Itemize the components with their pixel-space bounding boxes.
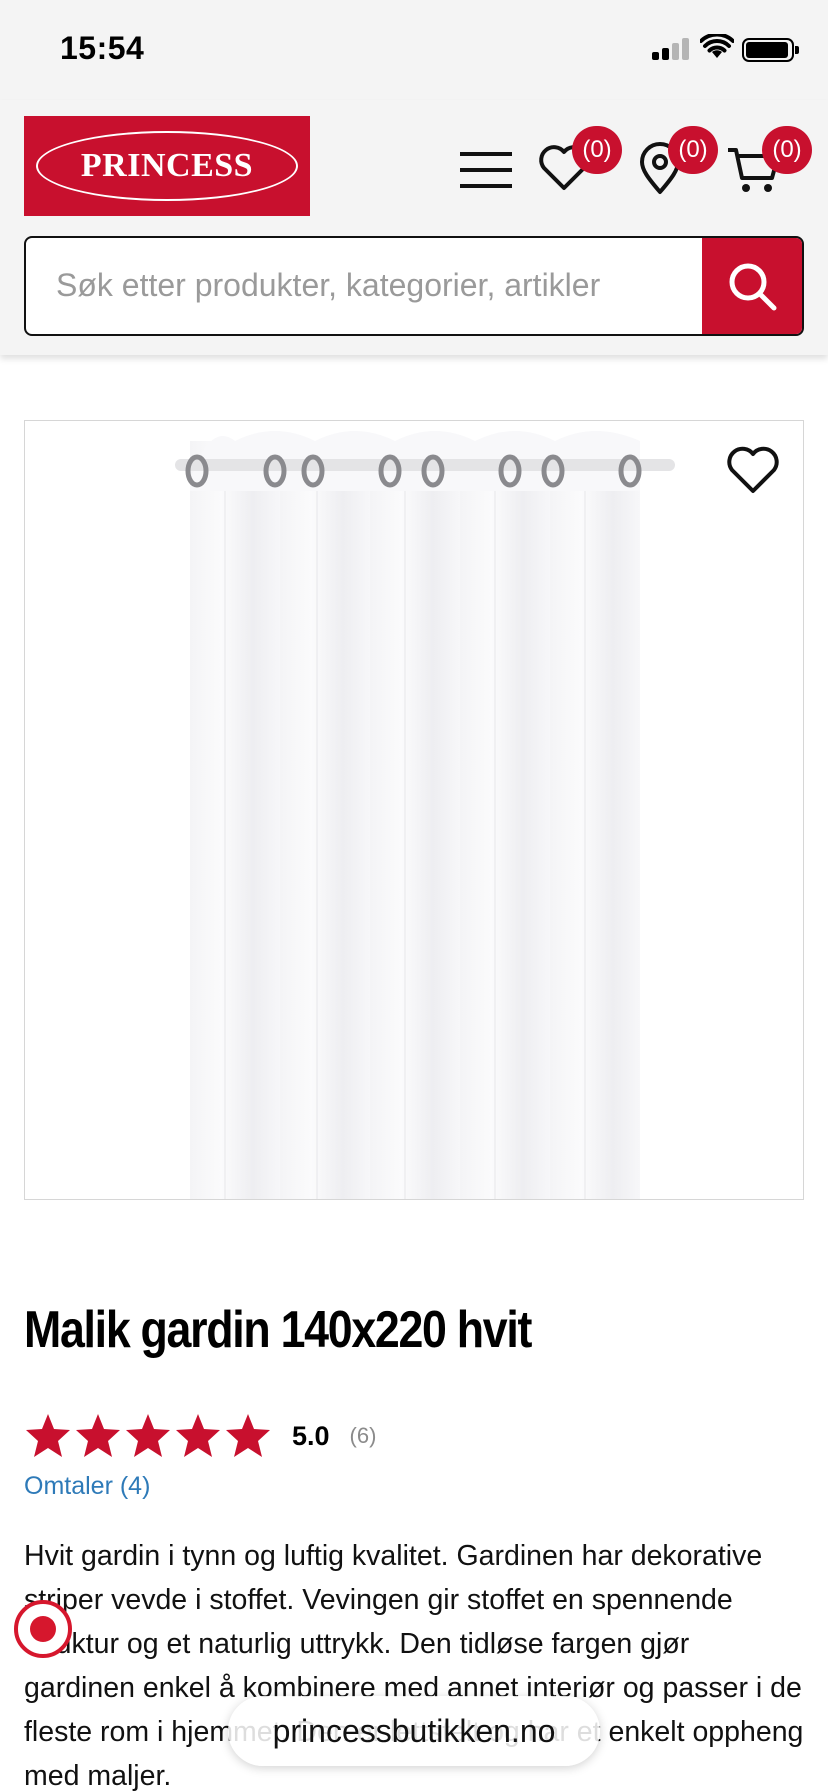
hamburger-menu-icon[interactable] [458,140,518,200]
stores-count-badge: (0) [668,126,718,174]
chat-widget-button[interactable] [14,1600,72,1658]
status-time: 15:54 [60,30,145,66]
star-icon [226,1414,270,1457]
reviews-link[interactable]: Omtaler (4) [24,1472,150,1501]
product-title: Malik gardin 140x220 hvit [24,1301,532,1359]
url-text: princessbutikken.no [272,1712,556,1749]
logo-text: PRINCESS [80,147,254,184]
browser-url-bar[interactable]: princessbutikken.no [228,1696,600,1766]
search-icon [729,263,777,311]
wishlist-button[interactable]: (0) [536,126,622,200]
cart-count-badge: (0) [762,126,812,174]
battery-icon [742,38,799,62]
rating-value: 5.0 [292,1420,330,1451]
product-image-frame[interactable] [24,420,804,1200]
star-icon [26,1414,70,1457]
wifi-icon [700,34,734,58]
product-image [175,431,675,1199]
star-icon [176,1414,220,1457]
princess-logo[interactable]: PRINCESS [24,116,310,216]
favorite-heart-icon[interactable] [725,445,781,497]
rating-row: 5.0 (6) [24,1410,376,1462]
rating-stars [24,1412,272,1460]
site-header: PRINCESS (0) (0) (0) [0,100,828,355]
search-input[interactable] [26,238,706,333]
store-locator-button[interactable]: (0) [632,126,718,200]
star-icon [76,1414,120,1457]
cellular-signal-icon [652,38,692,60]
status-bar: 15:54 [0,0,828,100]
search-bar [24,236,804,336]
star-icon [126,1414,170,1457]
wishlist-count-badge: (0) [572,126,622,174]
cart-button[interactable]: (0) [726,126,812,200]
rating-count: (6) [349,1423,377,1448]
search-button[interactable] [702,238,802,334]
chat-icon [30,1616,56,1642]
